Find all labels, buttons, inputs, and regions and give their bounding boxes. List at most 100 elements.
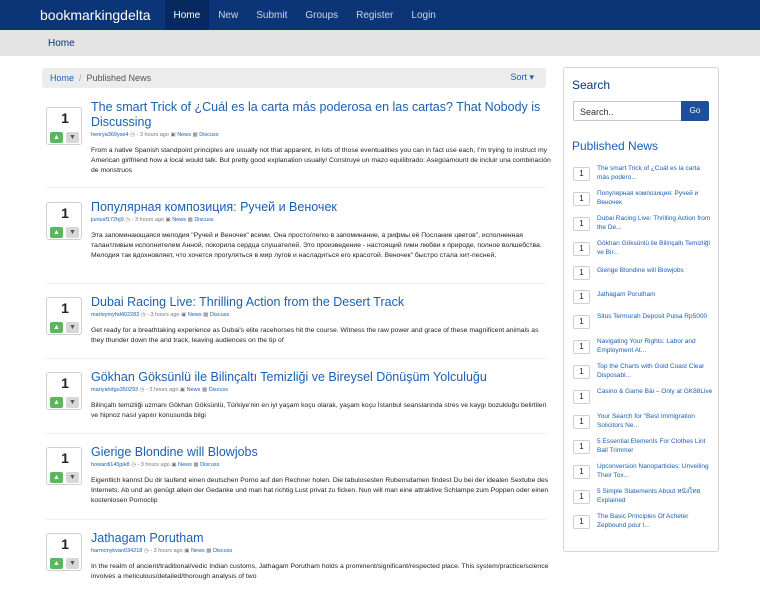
story-category[interactable]: News xyxy=(187,387,201,393)
story-author[interactable]: juniusf172trj9 xyxy=(91,217,124,223)
published-news-heading: Published News xyxy=(572,139,659,153)
story-category[interactable]: News xyxy=(191,548,205,554)
folder-icon: ▣ xyxy=(181,312,187,318)
thumbs-down-icon[interactable]: ▼ xyxy=(66,472,79,483)
story-body: In the realm of ancient/traditional/vedi… xyxy=(91,563,549,580)
top-navbar: bookmarkingdelta Home New Submit Groups … xyxy=(0,0,760,30)
sidebar-news-link[interactable]: Gökhan Göksünlü ile Bilinçaltı Temizliği… xyxy=(597,239,713,257)
thumbs-up-icon[interactable]: ▲ xyxy=(50,227,63,238)
folder-icon: ▣ xyxy=(165,217,171,223)
vote-box: 1 ▲ ▼ xyxy=(46,297,82,335)
sidebar-vote-count: 1 xyxy=(573,465,590,479)
story-category[interactable]: News xyxy=(188,312,202,318)
story-category[interactable]: News xyxy=(172,217,186,223)
thumbs-down-icon[interactable]: ▼ xyxy=(66,132,79,143)
story-title[interactable]: Dubai Racing Live: Thrilling Action from… xyxy=(91,295,546,310)
story-body: From a native Spanish standpoint princip… xyxy=(91,147,551,174)
sidebar-news-link[interactable]: Navigating Your Rights: Labor and Employ… xyxy=(597,337,713,355)
comment-icon: ▩ xyxy=(201,387,208,393)
story-author[interactable]: harmonykvan034218 xyxy=(91,548,142,554)
sidebar-news-link[interactable]: Top the Charts with Gold Coast Clear Dis… xyxy=(597,362,713,380)
comment-icon: ▩ xyxy=(203,312,209,318)
sidebar-news-link[interactable]: The Basic Principles Of Acheter Zepbound… xyxy=(597,512,713,530)
vote-count: 1 xyxy=(61,375,69,391)
breadcrumb-home-link[interactable]: Home xyxy=(50,73,74,83)
search-input[interactable]: Search.. xyxy=(573,101,682,121)
divider xyxy=(46,358,546,359)
thumbs-up-icon[interactable]: ▲ xyxy=(50,132,63,143)
sidebar-vote-count: 1 xyxy=(573,290,590,304)
sidebar-vote-count: 1 xyxy=(573,415,590,429)
clock-icon: ◷ xyxy=(143,548,149,554)
sidebar-news-link[interactable]: Your Search for "Best Immigration Solici… xyxy=(597,412,713,430)
thumbs-down-icon[interactable]: ▼ xyxy=(66,227,79,238)
sidebar-news-link[interactable]: Situs Termurah Deposit Pulsa Rp5000 xyxy=(597,312,713,321)
nav-new[interactable]: New xyxy=(209,0,247,30)
story-title[interactable]: Популярная композиция: Ручей и Веночек xyxy=(91,200,546,215)
thumbs-down-icon[interactable]: ▼ xyxy=(66,558,79,569)
story-discuss[interactable]: Discuss xyxy=(213,548,232,554)
nav-submit[interactable]: Submit xyxy=(247,0,296,30)
story-time: - 3 hours ago xyxy=(136,132,169,138)
story-author[interactable]: marleymyhd402282 xyxy=(91,312,139,318)
story-discuss[interactable]: Discuss xyxy=(194,217,213,223)
vote-box: 1 ▲ ▼ xyxy=(46,107,82,145)
sidebar-news-link[interactable]: 5 Essential Elements For Clothes Lint Ba… xyxy=(597,437,713,455)
sidebar-news-link[interactable]: Upconversion Nanoparticles: Unveiling Th… xyxy=(597,462,713,480)
comment-icon: ▩ xyxy=(193,462,199,468)
story-meta: mariyahdgu350293 ◷ - 3 hours ago ▣ News … xyxy=(91,387,228,393)
story-body: Bilinçaltı temizliği uzmanı Gökhan Göksü… xyxy=(91,402,547,419)
story-time: - 3 hours ago xyxy=(137,462,170,468)
story-body: Get ready for a breathtaking experience … xyxy=(91,327,539,344)
sidebar-news-link[interactable]: Dubai Racing Live: Thrilling Action from… xyxy=(597,214,713,232)
sidebar-vote-count: 1 xyxy=(573,242,590,256)
search-button[interactable]: Go xyxy=(681,101,709,121)
divider xyxy=(46,187,546,188)
sidebar-news-link[interactable]: 5 Simple Statements About หนังไทย Explai… xyxy=(597,487,713,505)
story-title[interactable]: Gökhan Göksünlü ile Bilinçaltı Temizliği… xyxy=(91,370,546,385)
folder-icon: ▣ xyxy=(171,462,177,468)
sidebar-vote-count: 1 xyxy=(573,167,590,181)
thumbs-down-icon[interactable]: ▼ xyxy=(66,322,79,333)
sort-dropdown[interactable]: Sort ▾ xyxy=(510,72,534,83)
story-title[interactable]: Jathagam Porutham xyxy=(91,531,546,546)
clock-icon: ◷ xyxy=(125,217,131,223)
story-discuss[interactable]: Discuss xyxy=(200,462,219,468)
thumbs-up-icon[interactable]: ▲ xyxy=(50,322,63,333)
vote-count: 1 xyxy=(61,536,69,552)
story-author[interactable]: mariyahdgu350293 xyxy=(91,387,138,393)
story-author[interactable]: henrya369yse4 xyxy=(91,132,129,138)
nav-register[interactable]: Register xyxy=(347,0,402,30)
folder-icon: ▣ xyxy=(179,387,186,393)
story-discuss[interactable]: Discuss xyxy=(210,312,229,318)
thumbs-up-icon[interactable]: ▲ xyxy=(50,472,63,483)
sidebar-news-link[interactable]: The smart Trick of ¿Cuál es la carta más… xyxy=(597,164,713,182)
sidebar-news-link[interactable]: Gierige Blondine will Blowjobs xyxy=(597,266,713,275)
story-time: - 3 hours ago xyxy=(147,312,180,318)
sidebar-vote-count: 1 xyxy=(573,192,590,206)
thumbs-up-icon[interactable]: ▲ xyxy=(50,558,63,569)
story-title[interactable]: The smart Trick of ¿Cuál es la carta más… xyxy=(91,100,546,130)
subnav-home-link[interactable]: Home xyxy=(0,38,75,49)
thumbs-up-icon[interactable]: ▲ xyxy=(50,397,63,408)
sidebar-vote-count: 1 xyxy=(573,490,590,504)
nav-login[interactable]: Login xyxy=(402,0,444,30)
sidebar-news-link[interactable]: Популярная композиция: Ручей и Веночек xyxy=(597,189,713,207)
sidebar-news-link[interactable]: Jathagam Porutham xyxy=(597,290,713,299)
vote-count: 1 xyxy=(61,450,69,466)
story-meta: juniusf172trj9 ◷ - 3 hours ago ▣ News ▩ … xyxy=(91,217,214,223)
story-discuss[interactable]: Discuss xyxy=(209,387,228,393)
sidebar-news-link[interactable]: Casino & Game Bài – Only at GK88Live xyxy=(597,387,713,396)
story-category[interactable]: News xyxy=(178,462,192,468)
breadcrumb-current: Published News xyxy=(86,73,152,83)
story-discuss[interactable]: Discuss xyxy=(199,132,218,138)
nav-home[interactable]: Home xyxy=(164,0,210,30)
story-category[interactable]: News xyxy=(177,132,191,138)
story-meta: harmonykvan034218 ◷ - 3 hours ago ▣ News… xyxy=(91,548,232,554)
story-author[interactable]: howardi145jpk8 xyxy=(91,462,130,468)
thumbs-down-icon[interactable]: ▼ xyxy=(66,397,79,408)
nav-groups[interactable]: Groups xyxy=(296,0,347,30)
story-title[interactable]: Gierige Blondine will Blowjobs xyxy=(91,445,546,460)
site-brand[interactable]: bookmarkingdelta xyxy=(0,0,165,30)
story-meta: howardi145jpk8 ◷ - 3 hours ago ▣ News ▩ … xyxy=(91,462,219,468)
